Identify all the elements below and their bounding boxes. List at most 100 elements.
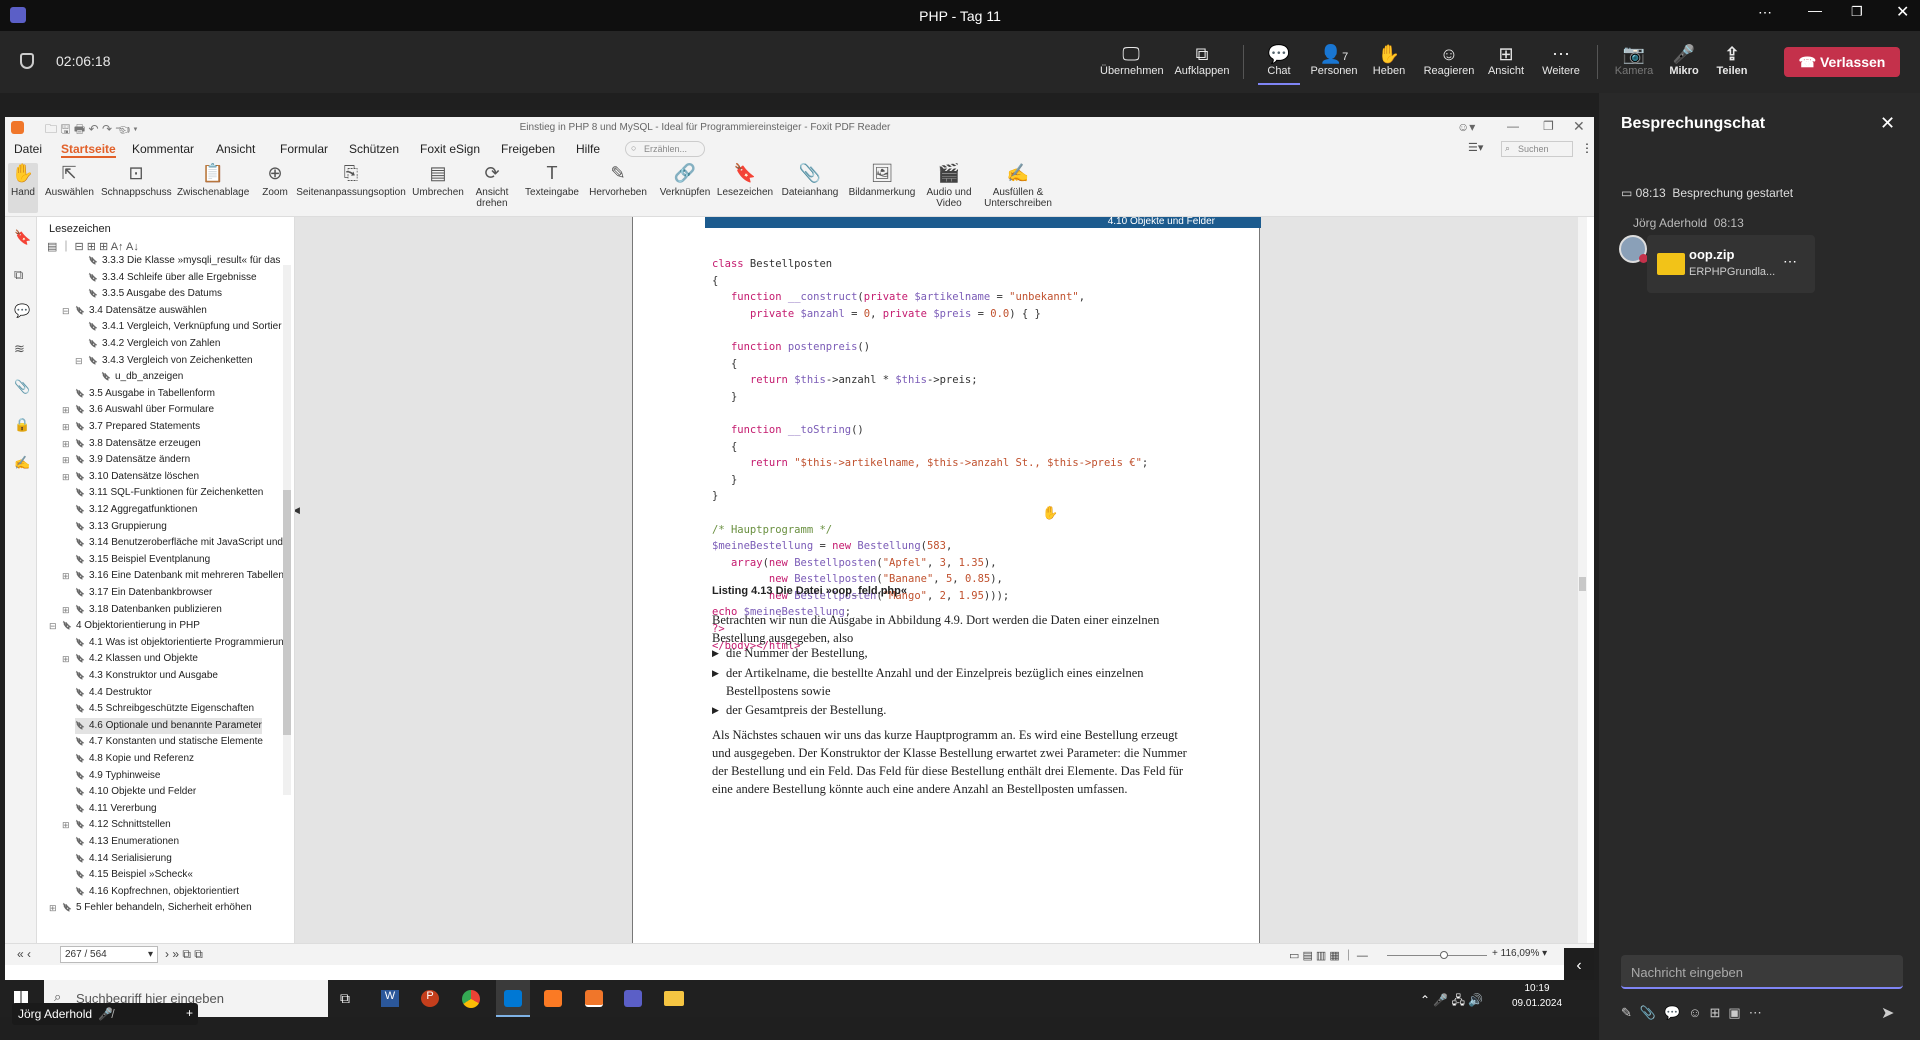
bookmark-item[interactable]: 🔖 4.1 Was ist objektorientierte Programmi… [75, 635, 283, 651]
bookmark-item[interactable]: 🔖 4.9 Typhinweise [75, 768, 161, 784]
bookmark-item[interactable]: 🔖 3.4.1 Vergleich, Verknüpfung und Sortie… [88, 319, 282, 335]
bookmark-item[interactable]: 🔖 3.12 Aggregatfunktionen [75, 502, 197, 518]
search-input[interactable]: ⌕ Suchen [1501, 141, 1573, 157]
page-navigation[interactable]: « ‹ [17, 947, 31, 961]
camera-button[interactable]: 📷 Kamera [1612, 43, 1656, 77]
leave-button[interactable]: ☎ Verlassen [1784, 47, 1900, 77]
snapshot-tool[interactable]: ⊡ Schnappschuss [101, 163, 172, 198]
bookmark-item[interactable]: 🔖 3.13 Gruppierung [75, 519, 167, 535]
hand-tool[interactable]: ✋ Hand [8, 163, 38, 213]
collapse-share-arrow[interactable]: ‹ [1564, 948, 1594, 984]
bookmark-item[interactable]: ⊞ 🔖 4.2 Klassen und Objekte [62, 651, 198, 667]
options-icon[interactable]: ⋮ [1581, 141, 1593, 155]
zoom-slider[interactable] [1387, 951, 1487, 959]
popout-button[interactable]: ⧉ Aufklappen [1172, 43, 1232, 77]
expand-toggle-icon[interactable]: ⊞ [62, 651, 70, 667]
bookmark-item[interactable]: ⊟ 🔖 3.4.3 Vergleich von Zeichenketten [75, 353, 253, 369]
account-icon[interactable]: ☺▾ [1457, 120, 1475, 134]
minimize-button[interactable]: — [1808, 2, 1822, 18]
bookmark-item[interactable]: 🔖 3.11 SQL-Funktionen für Zeichenketten [75, 485, 263, 501]
bookmark-item[interactable]: 🔖 4.5 Schreibgeschützte Eigenschaften [75, 701, 254, 717]
bookmark-item[interactable]: 🔖 4.11 Vererbung [75, 801, 157, 817]
expand-toggle-icon[interactable]: ⊞ [62, 568, 70, 584]
rotate-view-tool[interactable]: ⟳ Ansicht drehen [471, 163, 513, 209]
scrollbar-thumb[interactable] [283, 490, 291, 735]
teams-app-icon[interactable] [624, 990, 642, 1007]
bookmark-item[interactable]: ⊞ 🔖 3.6 Auswahl über Formulare [62, 402, 214, 418]
bookmark-item[interactable]: ⊞ 🔖 3.7 Prepared Statements [62, 419, 200, 435]
bookmark-item[interactable]: ⊞ 🔖 3.9 Datensätze ändern [62, 452, 190, 468]
bookmark-item[interactable]: 🔖 4.15 Beispiel »Scheck« [75, 867, 193, 883]
view-mode-icons[interactable]: ▭ ▤ ▥ ▦ ｜ — [1289, 947, 1368, 963]
message-input[interactable]: Nachricht eingeben [1621, 955, 1903, 989]
bookmark-item[interactable]: ⊞ 🔖 4.12 Schnittstellen [62, 817, 171, 833]
restore-button[interactable]: ❐ [1851, 4, 1863, 20]
zoom-slider-thumb[interactable] [1440, 951, 1448, 959]
mic-button[interactable]: 🎤 Mikro [1664, 43, 1704, 77]
word-app-icon[interactable]: W [381, 990, 399, 1007]
comments-panel-icon[interactable]: 💬 [14, 303, 30, 319]
foxit-app-icon[interactable] [585, 990, 603, 1007]
scrollbar-thumb[interactable] [1579, 577, 1586, 591]
pdf-close-button[interactable]: ✕ [1573, 118, 1585, 135]
bookmark-panel-icon[interactable]: 🔖 [14, 229, 31, 246]
bookmark-tool[interactable]: 🔖 Lesezeichen [715, 163, 775, 198]
menu-freigeben[interactable]: Freigeben [501, 142, 555, 156]
expand-toggle-icon[interactable]: ⊞ [62, 817, 70, 833]
more-icon[interactable]: ⋯ [1758, 4, 1772, 21]
layers-panel-icon[interactable]: ≋ [14, 341, 25, 357]
image-annotation-tool[interactable]: 🖼 Bildanmerkung [845, 163, 919, 198]
bookmark-item[interactable]: 🔖 4.3 Konstruktor und Ausgabe [75, 668, 218, 684]
tell-me-input[interactable]: ○ Erzählen... [625, 141, 705, 157]
people-button[interactable]: 👤7 Personen [1308, 43, 1360, 77]
expand-toggle-icon[interactable]: ⊞ [62, 602, 70, 618]
system-tray-icons[interactable]: ⌃ 🎤 🖧 🔊 [1420, 991, 1483, 1012]
page-number-field[interactable]: 267 / 564 ▾ [60, 946, 158, 963]
bookmark-item[interactable]: ⊞ 🔖 3.18 Datenbanken publizieren [62, 602, 222, 618]
bookmark-item[interactable]: 🔖 3.14 Benutzeroberfläche mit JavaScript … [75, 535, 283, 551]
reflow-tool[interactable]: ▤ Umbrechen [409, 163, 467, 198]
fit-option-tool[interactable]: ⎘ Seitenanpassungsoption [295, 163, 407, 198]
pdf-restore-button[interactable]: ❐ [1543, 119, 1554, 133]
menu-startseite[interactable]: Startseite [61, 142, 116, 158]
zoom-level[interactable]: + 116,09% ▾ [1492, 948, 1547, 959]
bookmark-item[interactable]: 🔖 3.4.2 Vergleich von Zahlen [88, 336, 220, 352]
attachment-tool[interactable]: 📎 Dateianhang [779, 163, 841, 198]
viewer-scrollbar[interactable] [1578, 217, 1587, 943]
bookmark-item[interactable]: ⊟ 🔖 4 Objektorientierung in PHP [49, 618, 200, 634]
expand-toggle-icon[interactable]: ⊞ [62, 402, 70, 418]
expand-toggle-icon[interactable]: ⊞ [62, 452, 70, 468]
vscode-app-icon[interactable] [496, 980, 530, 1017]
expand-toggle-icon[interactable]: ⊟ [62, 303, 70, 319]
bookmark-item[interactable]: 🔖 3.3.4 Schleife über alle Ergebnisse [88, 270, 257, 286]
bookmark-item[interactable]: ⊞ 🔖 3.16 Eine Datenbank mit mehreren Tabel… [62, 568, 283, 584]
powerpoint-app-icon[interactable]: P [421, 990, 439, 1007]
menu-formular[interactable]: Formular [280, 142, 328, 156]
bookmark-item[interactable]: 🔖 3.3.3 Die Klasse »mysqli_result« für da… [88, 253, 283, 269]
menu-datei[interactable]: Datei [14, 142, 42, 156]
bookmark-item[interactable]: ⊟ 🔖 3.4 Datensätze auswählen [62, 303, 207, 319]
bookmark-item[interactable]: 🔖 3.3.5 Ausgabe des Datums [88, 286, 222, 302]
compose-toolbar[interactable]: ✎📎💬☺⊞▣⋯ [1621, 1005, 1770, 1021]
chrome-app-icon[interactable] [462, 990, 480, 1008]
zoom-tool[interactable]: ⊕ Zoom [258, 163, 292, 198]
xampp-app-icon[interactable] [544, 990, 562, 1007]
menu-foxit-esign[interactable]: Foxit eSign [420, 142, 480, 156]
react-button[interactable]: ☺ Reagieren [1420, 43, 1478, 77]
fill-sign-tool[interactable]: ✍ Ausfüllen & Unterschreiben [981, 163, 1055, 209]
bookmark-item[interactable]: ⊞ 🔖 3.10 Datensätze löschen [62, 469, 199, 485]
bookmark-item[interactable]: 🔖 3.15 Beispiel Eventplanung [75, 552, 210, 568]
explorer-app-icon[interactable] [664, 991, 684, 1006]
bookmark-item[interactable]: 🔖 4.6 Optionale und benannte Parameter [75, 717, 262, 734]
raise-hand-button[interactable]: ✋ Heben [1368, 43, 1410, 77]
quick-access-toolbar[interactable]: 🗀 🖫 🖶 ↶ ↷ ☜ ▾ [45, 120, 138, 141]
expand-toggle-icon[interactable]: ⊞ [49, 900, 57, 916]
bookmarks-scrollbar[interactable] [283, 265, 291, 795]
clock[interactable]: 10:19 09.01.2024 [1512, 983, 1562, 1009]
bookmark-item[interactable]: 🔖 4.13 Enumerationen [75, 834, 179, 850]
bookmark-item[interactable]: 🔖 u_db_anzeigen [101, 369, 183, 385]
file-more-button[interactable]: ⋯ [1783, 253, 1797, 270]
bookmark-item[interactable]: 🔖 4.14 Serialisierung [75, 851, 172, 867]
highlight-tool[interactable]: ✎ Hervorheben [585, 163, 651, 198]
close-window-button[interactable]: ✕ [1896, 2, 1909, 22]
